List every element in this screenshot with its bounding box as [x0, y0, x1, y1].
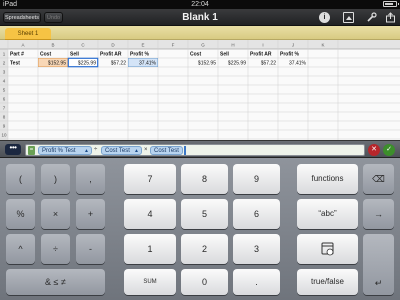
- cell-a1: Part #: [10, 52, 24, 58]
- digit-9-key[interactable]: 9: [233, 164, 280, 194]
- token-label: Cost Test: [105, 148, 130, 154]
- cell-h2: $225.99: [228, 61, 246, 67]
- tab-sheet-1[interactable]: Sheet 1: [5, 28, 51, 40]
- column-header-a: A: [21, 43, 24, 48]
- formula-token[interactable]: Cost Test: [150, 146, 183, 155]
- caret-key[interactable]: ^: [6, 234, 35, 264]
- token-label: Cost Test: [154, 148, 179, 154]
- cell-h1: Sell: [220, 52, 230, 58]
- status-bar: iPad 22:04: [0, 0, 400, 9]
- divide-key[interactable]: ÷: [41, 234, 70, 264]
- cell-i2: $57.22: [261, 61, 277, 67]
- grid-canvas[interactable]: ABCDEFGHIJK1234567891011Part #CostSellPr…: [0, 40, 400, 140]
- cell-j1: Profit %: [280, 52, 299, 58]
- formula-menu-button[interactable]: •••: [5, 144, 21, 155]
- divide-operator: ÷: [94, 147, 98, 153]
- digit-8-key[interactable]: 8: [181, 164, 228, 194]
- comma-key[interactable]: ,: [76, 164, 105, 194]
- column-header-j: J: [292, 43, 294, 48]
- cell-i1: Profit AR: [250, 52, 272, 58]
- column-header-b: B: [51, 43, 54, 48]
- digit-7-key[interactable]: 7: [124, 164, 176, 194]
- image-icon[interactable]: [343, 12, 354, 23]
- plus-key[interactable]: +: [76, 199, 105, 229]
- minus-key[interactable]: -: [76, 234, 105, 264]
- column-header-k: K: [321, 43, 324, 48]
- equals-sign: =: [28, 146, 35, 155]
- digit-4-key[interactable]: 4: [124, 199, 176, 229]
- digit-5-key[interactable]: 5: [181, 199, 228, 229]
- cell-c1: Sell: [70, 52, 80, 58]
- cell-e2: 37.41%: [139, 61, 157, 67]
- column-header-f: F: [172, 43, 175, 48]
- multiply-operator: ×: [144, 147, 148, 153]
- digit-1-key[interactable]: 1: [124, 234, 176, 264]
- text-cursor: [184, 146, 186, 155]
- close-paren-key[interactable]: ): [41, 164, 70, 194]
- formula-bar: ••• = Profit % Test ▲ ÷ Cost Test ▲ × Co…: [0, 140, 400, 158]
- token-caret-icon[interactable]: ▲: [84, 147, 89, 155]
- open-paren-key[interactable]: (: [6, 164, 35, 194]
- functions-key[interactable]: functions: [297, 164, 358, 194]
- document-title: Blank 1: [182, 12, 218, 23]
- wrench-icon[interactable]: [366, 12, 377, 23]
- digit-0-key[interactable]: 0: [181, 269, 228, 295]
- digit-3-key[interactable]: 3: [233, 234, 280, 264]
- row-header-10: 10: [1, 133, 7, 138]
- column-header-h: H: [231, 43, 234, 48]
- cell-d1: Profit AR: [100, 52, 122, 58]
- column-header-e: E: [141, 43, 144, 48]
- battery-icon: [383, 1, 399, 7]
- column-header-bar: [0, 40, 400, 49]
- toolbar: Spreadsheets Undo Blank 1 i: [0, 9, 400, 26]
- cell-j2: 37.41%: [289, 61, 307, 67]
- formula-token[interactable]: Cost Test ▲: [101, 146, 142, 155]
- formula-keyboard: ( ) , % × + ^ ÷ - & ≤ ≠ 7 8 9 4 5 6 1 2 …: [0, 158, 400, 300]
- accept-button[interactable]: ✓: [383, 144, 395, 156]
- formula-token[interactable]: Profit % Test ▲: [38, 146, 92, 155]
- cell-d2: $57.22: [111, 61, 127, 67]
- cell-b1: Cost: [40, 52, 51, 58]
- decimal-key[interactable]: .: [233, 269, 280, 295]
- token-caret-icon[interactable]: ▲: [134, 147, 139, 155]
- backspace-icon[interactable]: ⌫: [363, 164, 394, 194]
- column-header-i: I: [262, 43, 263, 48]
- cell-g2: $152.95: [198, 61, 216, 67]
- cell-a2: Test: [10, 61, 20, 67]
- cancel-button[interactable]: ✕: [368, 144, 380, 156]
- sheet-tab-bar: Sheet 1: [0, 26, 400, 40]
- cell-e1: Profit %: [130, 52, 149, 58]
- cell-g1: Cost: [190, 52, 201, 58]
- info-icon[interactable]: i: [319, 12, 330, 23]
- cell-b2: $152.95: [48, 61, 66, 67]
- digit-2-key[interactable]: 2: [181, 234, 228, 264]
- calendar-icon: [321, 242, 334, 256]
- column-header-g: G: [201, 43, 205, 48]
- return-icon[interactable]: ↵: [363, 234, 394, 295]
- compare-key[interactable]: & ≤ ≠: [6, 269, 105, 295]
- text-key[interactable]: “abc”: [297, 199, 358, 229]
- multiply-key[interactable]: ×: [41, 199, 70, 229]
- spreadsheet-grid[interactable]: ABCDEFGHIJK1234567891011Part #CostSellPr…: [0, 40, 400, 140]
- true-false-key[interactable]: true/false: [297, 269, 358, 295]
- cell-c2: $225.99: [78, 61, 96, 67]
- share-icon[interactable]: [385, 12, 396, 23]
- percent-key[interactable]: %: [6, 199, 35, 229]
- formula-field[interactable]: = Profit % Test ▲ ÷ Cost Test ▲ × Cost T…: [25, 144, 365, 156]
- digit-6-key[interactable]: 6: [233, 199, 280, 229]
- date-key[interactable]: [297, 234, 358, 264]
- status-time: 22:04: [191, 1, 209, 8]
- arrow-right-icon[interactable]: →: [363, 199, 394, 229]
- sum-key[interactable]: SUM: [124, 269, 176, 295]
- token-label: Profit % Test: [42, 148, 76, 154]
